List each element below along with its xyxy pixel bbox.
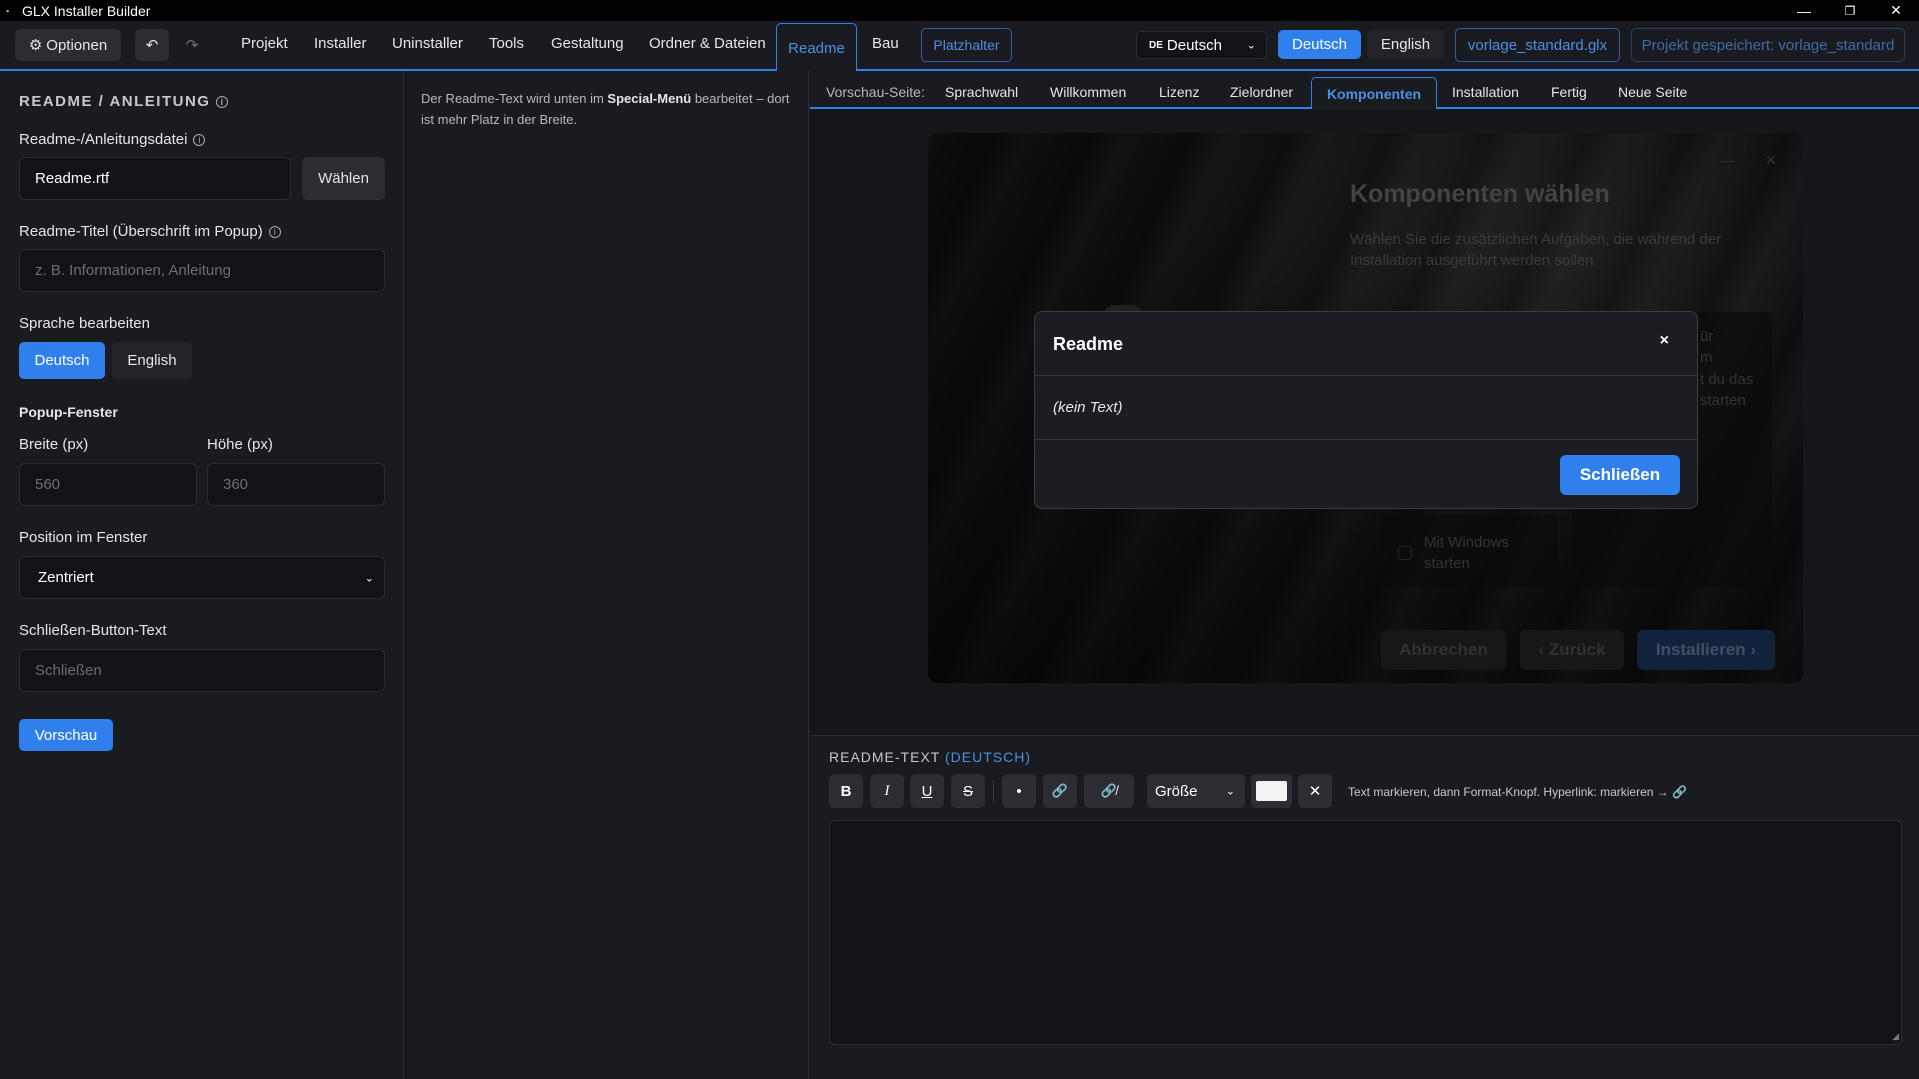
italic-button[interactable]: I: [870, 774, 904, 808]
tab-bau[interactable]: Bau: [872, 35, 899, 52]
redo-icon: ↷: [185, 37, 199, 54]
chevron-down-icon: ⌄: [1246, 39, 1256, 52]
modal-close-button[interactable]: Schließen: [1560, 455, 1680, 495]
chevron-down-icon: ⌄: [364, 572, 374, 584]
chevron-down-icon: ⌄: [1225, 785, 1235, 798]
close-window-button[interactable]: ✕: [1873, 0, 1919, 21]
note-text: Der Readme-Text wird unten im: [421, 91, 608, 106]
preview-tab-sprachwahl[interactable]: Sprachwahl: [945, 84, 1018, 100]
preview-page-label: Vorschau-Seite:: [826, 84, 925, 100]
note-bold: Special-Menü: [607, 91, 692, 106]
height-input[interactable]: 360: [207, 463, 385, 506]
info-icon: i: [193, 134, 206, 147]
language-select-value: Deutsch: [1166, 36, 1222, 54]
font-size-select-value: Größe: [1155, 782, 1198, 800]
info-icon: i: [216, 96, 229, 109]
gear-icon: ⚙: [28, 37, 43, 54]
title-bar: ▪ GLX Installer Builder — ❐ ✕: [0, 0, 1919, 21]
clear-format-icon[interactable]: ✕: [1298, 774, 1332, 808]
options-button[interactable]: ⚙ Optionen: [15, 29, 121, 61]
modal-title: Readme: [1053, 334, 1124, 354]
placeholder-button[interactable]: Platzhalter: [921, 28, 1012, 62]
close-icon[interactable]: ×: [1660, 332, 1669, 350]
readme-text-editor[interactable]: ◢: [829, 820, 1902, 1045]
bold-button[interactable]: B: [829, 774, 863, 808]
lang-english-button[interactable]: English: [1367, 30, 1444, 59]
position-select-value: Zentriert: [38, 569, 94, 586]
undo-button[interactable]: ↶: [135, 29, 169, 61]
minimize-button[interactable]: —: [1781, 0, 1827, 21]
divider: [1035, 375, 1697, 376]
position-select[interactable]: Zentriert ⌄: [19, 556, 385, 599]
preview-tab-bar: Vorschau-Seite: Sprachwahl Willkommen Li…: [810, 71, 1919, 109]
preview-tab-zielordner[interactable]: Zielordner: [1230, 84, 1293, 100]
editor-label: README-TEXT (DEUTSCH): [829, 749, 1031, 765]
preview-tab-komponenten[interactable]: Komponenten: [1311, 77, 1437, 109]
choose-file-button[interactable]: Wählen: [302, 157, 385, 200]
height-label: Höhe (px): [207, 436, 273, 453]
template-file-button[interactable]: vorlage_standard.glx: [1455, 28, 1620, 62]
resize-handle-icon[interactable]: ◢: [1892, 1031, 1899, 1042]
tab-installer[interactable]: Installer: [314, 35, 367, 52]
tab-ordner-dateien[interactable]: Ordner & Dateien: [649, 35, 766, 52]
info-panel: Der Readme-Text wird unten im Special-Me…: [405, 71, 809, 1079]
saved-status: Projekt gespeichert: vorlage_standard: [1631, 28, 1905, 62]
tab-projekt[interactable]: Projekt: [241, 35, 288, 52]
close-text-label: Schließen-Button-Text: [19, 622, 167, 639]
app-icon: ▪: [6, 5, 10, 16]
preview-tab-installation[interactable]: Installation: [1452, 84, 1519, 100]
color-swatch: [1256, 781, 1287, 801]
tab-tools[interactable]: Tools: [489, 35, 524, 52]
editor-label-text: README-TEXT: [829, 749, 941, 765]
readme-title-label-text: Readme-Titel (Überschrift im Popup): [19, 223, 263, 240]
main-toolbar: ⚙ Optionen ↶ ↷ Projekt Installer Uninsta…: [0, 21, 1919, 73]
bullet-button[interactable]: •: [1002, 774, 1036, 808]
preview-tab-fertig[interactable]: Fertig: [1551, 84, 1587, 100]
info-icon: i: [268, 226, 281, 239]
preview-tab-lizenz[interactable]: Lizenz: [1159, 84, 1199, 100]
format-hint: Text markieren, dann Format-Knopf. Hyper…: [1348, 785, 1688, 799]
underline-button[interactable]: U: [910, 774, 944, 808]
tab-gestaltung[interactable]: Gestaltung: [551, 35, 624, 52]
de-flag-icon: DE: [1149, 39, 1163, 51]
tab-readme[interactable]: Readme: [776, 23, 857, 73]
language-select[interactable]: DE Deutsch ⌄: [1136, 31, 1267, 59]
editor-label-lang: (DEUTSCH): [944, 749, 1031, 765]
modal-body-text: (kein Text): [1053, 399, 1123, 416]
position-label: Position im Fenster: [19, 529, 148, 546]
editor-hint-note: Der Readme-Text wird unten im Special-Me…: [421, 88, 801, 130]
strikethrough-button[interactable]: S: [951, 774, 985, 808]
link-icon[interactable]: 🔗: [1043, 774, 1077, 808]
app-title: GLX Installer Builder: [22, 2, 151, 19]
redo-button[interactable]: ↷: [175, 29, 209, 61]
lang-deutsch-button[interactable]: Deutsch: [1278, 30, 1361, 59]
font-size-select[interactable]: Größe ⌄: [1147, 774, 1245, 808]
width-label: Breite (px): [19, 436, 89, 453]
readme-settings-panel: README / ANLEITUNG i Readme-/Anleitungsda…: [0, 71, 404, 1079]
width-input[interactable]: 560: [19, 463, 197, 506]
preview-tab-willkommen[interactable]: Willkommen: [1050, 84, 1126, 100]
edit-language-label: Sprache bearbeiten: [19, 315, 150, 332]
file-label: Readme-/Anleitungsdatei i: [19, 131, 206, 148]
file-label-text: Readme-/Anleitungsdatei: [19, 131, 188, 148]
readme-file-input[interactable]: Readme.rtf: [19, 157, 291, 200]
close-text-input[interactable]: Schließen: [19, 649, 385, 692]
edit-lang-deutsch-button[interactable]: Deutsch: [19, 342, 105, 379]
preview-button[interactable]: Vorschau: [19, 719, 113, 751]
readme-title-label: Readme-Titel (Überschrift im Popup) i: [19, 223, 281, 240]
unlink-icon[interactable]: 🔗̸: [1084, 774, 1134, 808]
readme-modal: Readme × (kein Text) Schließen: [1034, 311, 1698, 509]
divider: [993, 780, 994, 802]
tab-uninstaller[interactable]: Uninstaller: [392, 35, 463, 52]
section-title: README / ANLEITUNG i: [19, 93, 229, 110]
edit-lang-english-button[interactable]: English: [112, 342, 192, 379]
undo-icon: ↶: [145, 37, 159, 54]
section-title-text: README / ANLEITUNG: [19, 93, 211, 110]
maximize-button[interactable]: ❐: [1827, 0, 1873, 21]
readme-title-input[interactable]: z. B. Informationen, Anleitung: [19, 249, 385, 292]
popup-heading: Popup-Fenster: [19, 404, 118, 420]
options-label: Optionen: [46, 36, 108, 54]
preview-tab-neue-seite[interactable]: Neue Seite: [1618, 84, 1687, 100]
divider: [1035, 439, 1697, 440]
